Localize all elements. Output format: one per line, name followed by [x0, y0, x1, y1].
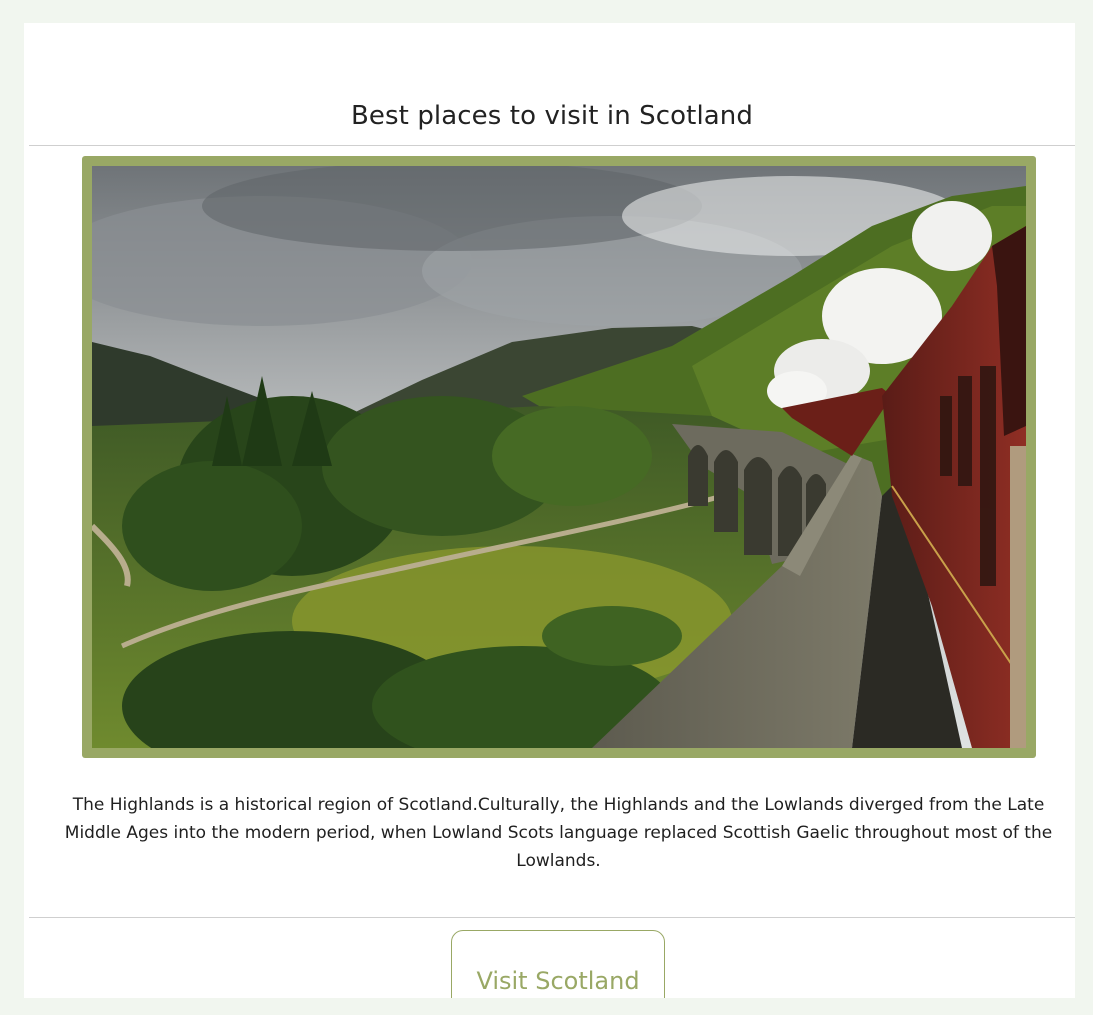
content-card: Best places to visit in Scotland The Hig… [24, 23, 1075, 998]
visit-scotland-button[interactable]: Visit Scotland [451, 930, 665, 998]
card-header: Best places to visit in Scotland [29, 23, 1075, 146]
photo-frame [82, 156, 1036, 758]
card-footer: Visit Scotland [29, 917, 1075, 998]
scotland-photo [92, 166, 1026, 748]
page-title: Best places to visit in Scotland [350, 101, 753, 131]
description-text: The Highlands is a historical region of … [64, 795, 1053, 871]
